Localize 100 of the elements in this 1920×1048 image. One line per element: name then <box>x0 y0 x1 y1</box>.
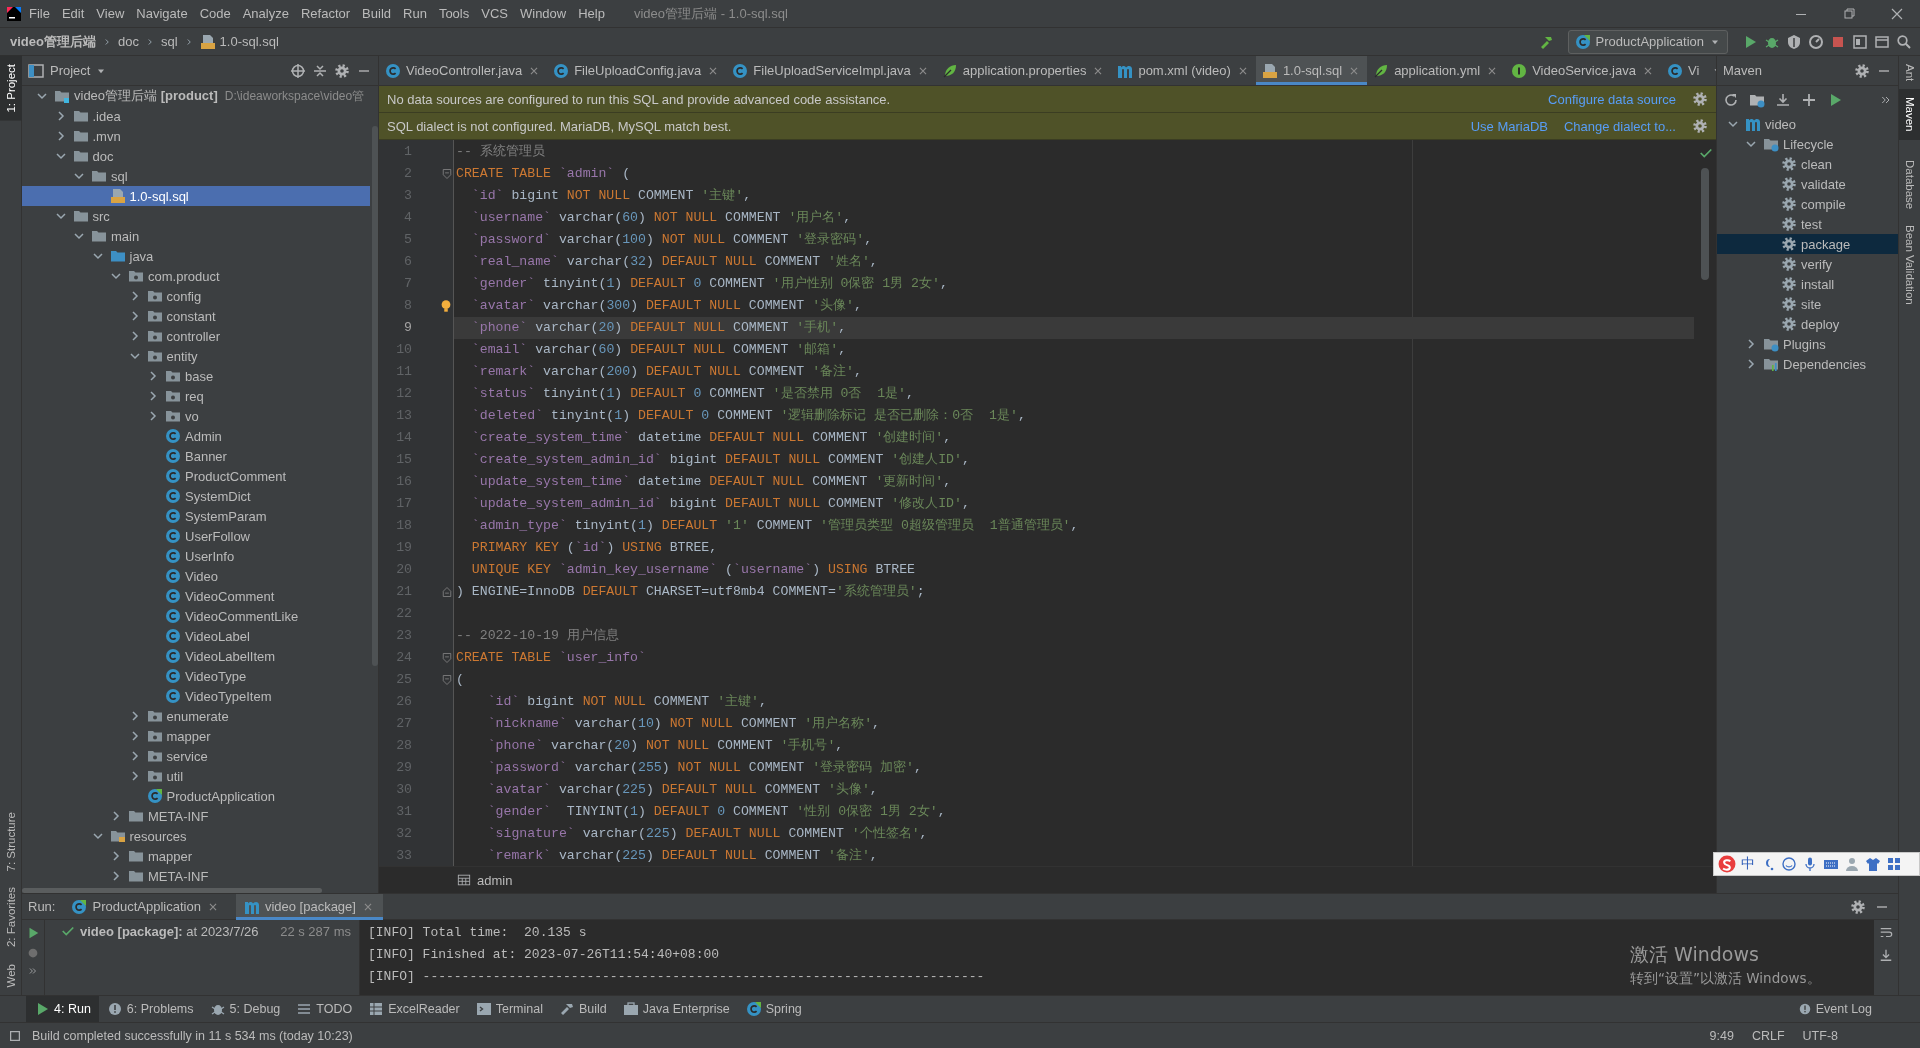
tool-window-tab[interactable]: Web <box>0 955 22 995</box>
editor-tab[interactable]: application.yml <box>1367 56 1506 85</box>
tree-item[interactable]: ProductApplication <box>22 786 370 806</box>
tool-window-tab[interactable]: TODO <box>288 996 361 1022</box>
breadcrumb-item[interactable]: sql <box>160 34 178 49</box>
tree-item[interactable]: Lifecycle <box>1717 134 1898 154</box>
expand-icon[interactable] <box>28 966 38 976</box>
tool-window-tab[interactable]: Build <box>551 996 615 1022</box>
tree-item[interactable]: vo <box>22 406 370 426</box>
fold-icon[interactable] <box>441 652 453 664</box>
menu-item[interactable]: File <box>24 3 55 24</box>
project-name[interactable]: video管理后端 <box>10 32 96 51</box>
input-mode-toggle[interactable]: 中 <box>1741 855 1755 873</box>
settings-icon[interactable] <box>1854 62 1870 79</box>
breadcrumb-item[interactable]: doc <box>117 34 139 49</box>
tree-item[interactable]: SystemDict <box>22 486 370 506</box>
menu-item[interactable]: Code <box>194 3 236 24</box>
tree-item[interactable]: Plugins <box>1717 334 1898 354</box>
tree-item[interactable]: doc <box>22 146 370 166</box>
menu-item[interactable]: Build <box>357 3 396 24</box>
toolbox-icon[interactable] <box>1886 856 1902 872</box>
tree-item[interactable]: mapper <box>22 726 370 746</box>
tool-window-tab[interactable]: Terminal <box>467 996 551 1022</box>
editor-tab[interactable]: pom.xml (video) <box>1111 56 1256 85</box>
tree-item[interactable]: entity <box>22 346 370 366</box>
tree-item[interactable]: com.product <box>22 266 370 286</box>
locate-icon[interactable] <box>290 62 306 79</box>
input-method-logo-icon[interactable] <box>1718 855 1736 873</box>
menu-item[interactable]: Edit <box>56 3 90 24</box>
collapse-all-icon[interactable] <box>312 62 328 79</box>
settings-icon[interactable] <box>334 62 350 79</box>
tree-item[interactable]: main <box>22 226 370 246</box>
tool-window-tab[interactable]: 4: Run <box>26 996 99 1022</box>
menu-item[interactable]: Help <box>573 3 610 24</box>
tree-item[interactable]: site <box>1717 294 1898 314</box>
run-configuration-selector[interactable]: ProductApplication <box>1567 29 1728 54</box>
tree-item[interactable]: Banner <box>22 446 370 466</box>
lightbulb-icon[interactable] <box>439 299 453 313</box>
add-project-icon[interactable] <box>1749 92 1765 108</box>
restore-icon[interactable] <box>1841 5 1857 22</box>
download-icon[interactable] <box>1775 92 1791 108</box>
banner-link[interactable]: Use MariaDB <box>1470 118 1548 134</box>
scroll-to-end-icon[interactable] <box>1879 948 1893 962</box>
settings-icon[interactable] <box>1692 91 1708 107</box>
vertical-scrollbar[interactable] <box>1701 168 1709 280</box>
tool-window-tab[interactable]: Ant <box>1898 56 1920 90</box>
tree-item[interactable]: package <box>1717 234 1898 254</box>
tree-item[interactable]: resources <box>22 826 370 846</box>
profiler-icon[interactable] <box>1808 33 1824 50</box>
tree-item[interactable]: mapper <box>22 846 370 866</box>
menu-item[interactable]: VCS <box>476 3 513 24</box>
tree-item[interactable]: VideoCommentLike <box>22 606 370 626</box>
tool-window-tab[interactable]: ExcelReader <box>360 996 468 1022</box>
tool-window-tab[interactable]: Bean Validation <box>1898 217 1920 313</box>
plus-icon[interactable] <box>1801 92 1817 108</box>
tree-item[interactable]: VideoLabelItem <box>22 646 370 666</box>
tree-item[interactable]: test <box>1717 214 1898 234</box>
search-icon[interactable] <box>1896 33 1912 50</box>
soft-wrap-icon[interactable] <box>1879 926 1893 940</box>
tool-window-tab[interactable]: 6: Problems <box>98 996 202 1022</box>
fold-icon[interactable] <box>441 168 453 180</box>
tool-window-tab[interactable]: 5: Debug <box>201 996 289 1022</box>
tree-item[interactable]: UserInfo <box>22 546 370 566</box>
menu-item[interactable]: Window <box>514 3 572 24</box>
tool-window-tab[interactable]: Event Log <box>1789 996 1880 1022</box>
tool-window-tab[interactable]: 1: Project <box>0 56 22 121</box>
tool-window-tab[interactable]: 7: Structure <box>0 804 22 880</box>
tool-window-tab[interactable]: Database <box>1898 151 1920 218</box>
status-item[interactable]: UTF-8 <box>1798 1028 1842 1043</box>
tree-item[interactable]: req <box>22 386 370 406</box>
project-structure-icon[interactable] <box>1852 33 1868 50</box>
tree-item[interactable]: base <box>22 366 370 386</box>
banner-link[interactable]: Change dialect to... <box>1563 118 1676 134</box>
tool-window-tab[interactable]: 2: Favorites <box>0 879 22 956</box>
settings-icon[interactable] <box>1692 118 1708 134</box>
tree-item[interactable]: VideoComment <box>22 586 370 606</box>
tree-item[interactable]: java <box>22 246 370 266</box>
tool-window-tab[interactable]: Spring <box>737 996 810 1022</box>
tree-item[interactable]: Admin <box>22 426 370 446</box>
menu-item[interactable]: View <box>91 3 130 24</box>
coverage-icon[interactable] <box>1786 33 1802 50</box>
run-task-item[interactable]: video [package]: at 2023/7/26 <box>80 924 259 939</box>
editor-tab[interactable]: 1.0-sql.sql <box>1255 56 1368 85</box>
tree-item[interactable]: validate <box>1717 174 1898 194</box>
tree-item[interactable]: .idea <box>22 106 370 126</box>
editor-tab[interactable]: Vi <box>1660 56 1706 85</box>
menu-item[interactable]: Refactor <box>295 3 356 24</box>
tree-item[interactable]: 1.0-sql.sql <box>22 186 370 206</box>
menu-item[interactable]: Run <box>398 3 432 24</box>
tree-item[interactable]: VideoTypeItem <box>22 686 370 706</box>
tool-window-tab[interactable]: Maven <box>1898 89 1920 140</box>
editor-tab[interactable]: application.properties <box>935 56 1112 85</box>
tree-item[interactable]: controller <box>22 326 370 346</box>
tree-item[interactable]: UserFollow <box>22 526 370 546</box>
vertical-scrollbar[interactable] <box>372 126 378 666</box>
menu-item[interactable]: Navigate <box>131 3 193 24</box>
view-selector[interactable]: Project <box>50 63 108 78</box>
tree-item[interactable]: SystemParam <box>22 506 370 526</box>
reload-icon[interactable] <box>1723 92 1739 108</box>
breadcrumb-item[interactable]: admin <box>477 872 513 888</box>
